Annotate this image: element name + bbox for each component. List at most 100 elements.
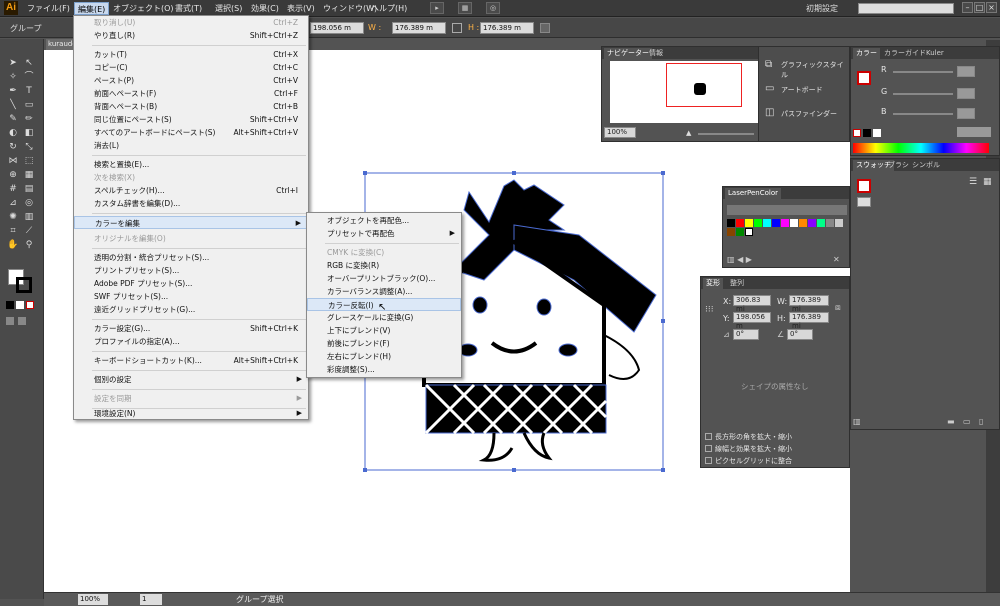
stroke-swatch[interactable] [16,277,32,293]
laser-swatch[interactable] [826,219,834,227]
mesh-tool-icon[interactable]: # [6,183,20,196]
selection-tool-icon[interactable]: ➤ [6,57,20,70]
artboards-icon[interactable]: ▭ [765,83,774,94]
pencil-tool-icon[interactable]: ✏ [22,113,36,126]
submenu-item-recolor-preset[interactable]: プリセットで再配色 ▶ [307,227,461,240]
tab-transform[interactable]: 変形 [703,278,723,289]
color-fill-stroke-icon[interactable] [857,71,871,85]
paintbrush-tool-icon[interactable]: ✎ [6,113,20,126]
lasso-tool-icon[interactable]: ⌒ [22,71,36,84]
menu-item-edit-dictionary[interactable]: カスタム辞書を編集(D)... [74,197,308,210]
menu-item-spell-check[interactable]: スペルチェック(H)... Ctrl+I [74,184,308,197]
submenu-item-blend-horizontal[interactable]: 左右にブレンド(H) [307,350,461,363]
swatch-none[interactable] [857,197,871,207]
draw-normal-icon[interactable] [6,317,14,325]
menu-item-undo[interactable]: 取り消し(U) Ctrl+Z [74,16,308,29]
laser-swatch[interactable] [781,219,789,227]
menu-item-assign-profile[interactable]: プロファイルの指定(A)... [74,335,308,348]
g-slider[interactable] [893,93,953,95]
menu-item-perspective-presets[interactable]: 遠近グリッドプリセット(G)... [74,303,308,316]
none-color-icon[interactable] [853,129,861,137]
submenu-item-blend-vertical[interactable]: 上下にブレンド(V) [307,324,461,337]
artboard-number-field[interactable]: 1 [140,594,162,605]
menu-item-cut[interactable]: カット(T) Ctrl+X [74,48,308,61]
g-field[interactable] [957,88,975,99]
laser-libraries-icon[interactable]: ▥ ◀ ▶ [727,255,752,264]
tab-color[interactable]: カラー [853,48,880,59]
menu-item-swf-presets[interactable]: SWF プリセット(S)... [74,290,308,303]
width-tool-icon[interactable]: ⋈ [6,155,20,168]
reference-point-icon[interactable]: ⁝⁝⁝ [705,305,714,315]
rotate-tool-icon[interactable]: ↻ [6,141,20,154]
menu-item-flattener-presets[interactable]: 透明の分割・統合プリセット(S)... [74,251,308,264]
navigator-zoom-field[interactable]: 100% [604,127,636,138]
blend-tool-icon[interactable]: ◎ [22,197,36,210]
rectangle-tool-icon[interactable]: ▭ [22,99,36,112]
help-search-input[interactable] [858,3,954,14]
menu-select[interactable]: 選択(S) [212,2,245,15]
transform-icon[interactable] [540,23,550,33]
pen-tool-icon[interactable]: ✒ [6,85,20,98]
r-slider[interactable] [893,71,953,73]
zoom-tool-icon[interactable]: ⚲ [22,239,36,252]
graphic-styles-icon[interactable]: ⧉ [765,59,772,70]
color-spectrum[interactable] [853,143,989,153]
bridge-icon[interactable]: ▸ [430,2,444,14]
thumbnail-view-icon[interactable]: ▦ [983,177,992,187]
menu-item-my-settings[interactable]: 個別の設定 ▶ [74,373,308,386]
laser-swatch[interactable] [754,219,762,227]
x-field[interactable]: 198.056 m [310,22,364,34]
transform-angle-field[interactable]: 0° [733,329,759,340]
menu-item-sync-settings[interactable]: 設定を同期 ▶ [74,392,308,405]
symbol-sprayer-tool-icon[interactable]: ✺ [6,211,20,224]
laser-swatch[interactable] [763,219,771,227]
swatch-fill-stroke-icon[interactable] [857,179,871,193]
menu-item-paste[interactable]: ペースト(P) Ctrl+V [74,74,308,87]
black-fill-icon[interactable] [6,301,14,309]
black-color-icon[interactable] [863,129,871,137]
graphic-styles-label[interactable]: グラフィックスタイル [781,60,849,80]
swatch-libraries-icon[interactable]: ▥ [853,417,861,426]
laser-swatch[interactable] [835,219,843,227]
w-field[interactable]: 176.389 m [392,22,446,34]
checkbox-pixel-grid[interactable] [705,457,712,464]
zoom-out-icon[interactable]: ▲ [686,129,691,137]
none-fill-icon[interactable] [26,301,34,309]
free-transform-tool-icon[interactable]: ⬚ [22,155,36,168]
artboards-label[interactable]: アートボード [781,85,823,95]
screen-mode-icon[interactable] [18,317,26,325]
blob-brush-tool-icon[interactable]: ◐ [6,127,20,140]
menu-item-redo[interactable]: やり直し(R) Shift+Ctrl+Z [74,29,308,42]
new-swatch-icon[interactable]: ▭ [963,417,971,426]
menu-item-clear[interactable]: 消去(L) [74,139,308,152]
laser-swatch[interactable] [817,219,825,227]
gpu-icon[interactable]: ◎ [486,2,500,14]
menu-object[interactable]: オブジェクト(O) [110,2,177,15]
menu-item-paste-in-place[interactable]: 同じ位置にペースト(S) Shift+Ctrl+V [74,113,308,126]
document-tab[interactable]: kuraudo [46,39,74,50]
pathfinder-icon[interactable]: ◫ [765,107,774,118]
menu-item-paste-front[interactable]: 前面へペースト(F) Ctrl+F [74,87,308,100]
type-tool-icon[interactable]: T [22,85,36,98]
menu-item-paste-all-artboards[interactable]: すべてのアートボードにペースト(S) Alt+Shift+Ctrl+V [74,126,308,139]
laser-search-field[interactable] [727,205,847,215]
workspace-switcher[interactable]: 初期設定 [806,3,838,14]
laser-swatch[interactable] [736,219,744,227]
line-tool-icon[interactable]: ╲ [6,99,20,112]
transform-w-field[interactable]: 176.389 mi [789,295,829,313]
menu-type[interactable]: 書式(T) [172,2,205,15]
menu-item-preferences[interactable]: 環境設定(N) ▶ [74,407,308,420]
menu-item-pdf-presets[interactable]: Adobe PDF プリセット(S)... [74,277,308,290]
navigator-zoom-slider[interactable] [698,133,754,135]
menu-item-find-next[interactable]: 次を検索(X) [74,171,308,184]
menu-view[interactable]: 表示(V) [284,2,318,15]
slice-tool-icon[interactable]: ⟋ [22,225,36,238]
maximize-button[interactable]: □ [974,2,985,13]
menu-item-find-replace[interactable]: 検索と置換(E)... [74,158,308,171]
eyedropper-tool-icon[interactable]: ⊿ [6,197,20,210]
tab-info[interactable]: 情報 [646,48,666,59]
checkbox-scale-corners[interactable] [705,433,712,440]
white-color-icon[interactable] [873,129,881,137]
perspective-grid-tool-icon[interactable]: ▦ [22,169,36,182]
laser-swatch[interactable] [745,228,753,236]
